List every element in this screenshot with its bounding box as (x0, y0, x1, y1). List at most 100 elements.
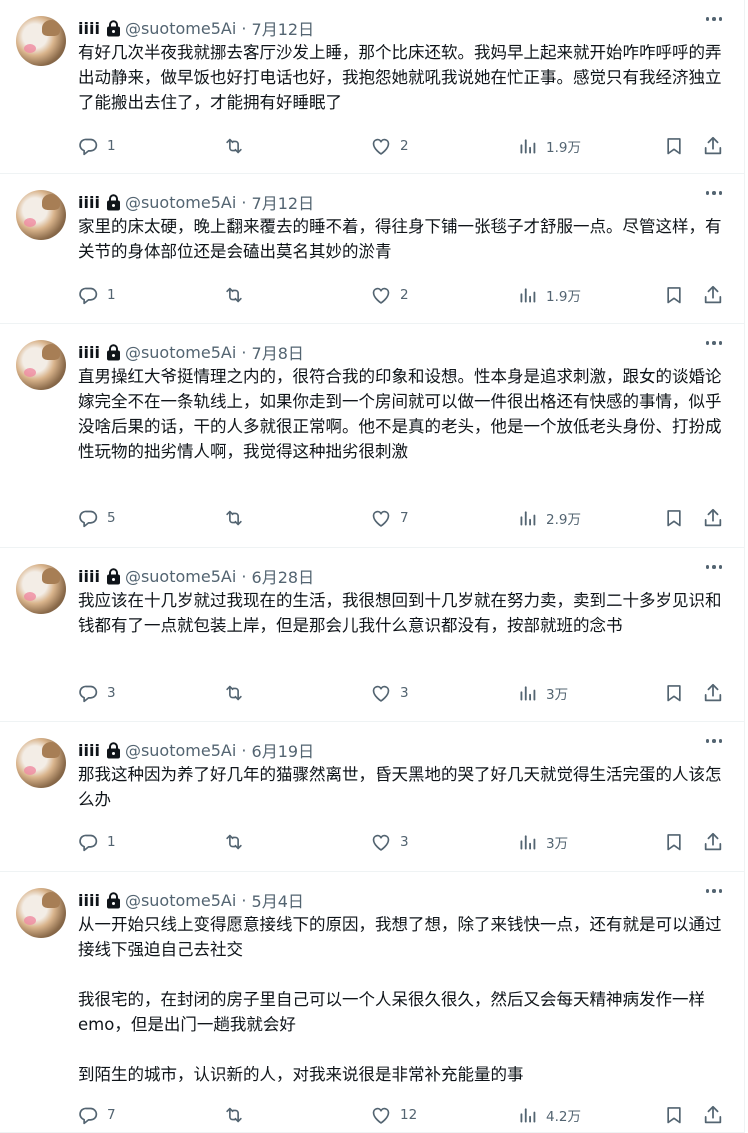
display-name[interactable]: iiii (78, 19, 100, 38)
more-options-icon[interactable] (705, 341, 722, 345)
tweet-actions: 1 3 3万 (78, 830, 728, 854)
share-icon (702, 135, 724, 157)
views-button[interactable]: 2.9万 (518, 506, 581, 530)
bookmark-button[interactable] (664, 283, 684, 307)
handle[interactable]: @suotome5Ai (125, 741, 236, 760)
tweet[interactable]: iiii @suotome5Ai · 7月12日 有好几次半夜我就挪去客厅沙发上… (0, 0, 744, 174)
like-button[interactable]: 12 (370, 1103, 417, 1127)
retweet-button[interactable] (222, 506, 254, 530)
bookmark-button[interactable] (664, 830, 684, 854)
avatar[interactable] (16, 190, 66, 240)
display-name[interactable]: iiii (78, 741, 100, 760)
view-count: 4.2万 (546, 1109, 581, 1125)
views-button[interactable]: 4.2万 (518, 1103, 581, 1127)
tweet-header: iiii @suotome5Ai · 7月12日 (78, 16, 314, 40)
reply-button[interactable]: 1 (78, 134, 116, 158)
reply-button[interactable]: 3 (78, 681, 116, 705)
share-button[interactable] (702, 283, 724, 307)
share-button[interactable] (702, 506, 724, 530)
share-button[interactable] (702, 830, 724, 854)
more-options-icon[interactable] (705, 565, 722, 569)
handle[interactable]: @suotome5Ai (125, 567, 236, 586)
avatar[interactable] (16, 738, 66, 788)
retweet-button[interactable] (222, 134, 254, 158)
more-options-icon[interactable] (705, 739, 722, 743)
handle[interactable]: @suotome5Ai (125, 19, 236, 38)
views-button[interactable]: 1.9万 (518, 134, 581, 158)
reply-button[interactable]: 1 (78, 283, 116, 307)
views-button[interactable]: 3万 (518, 681, 568, 705)
tweet-actions: 1 2 1.9万 (78, 283, 728, 307)
like-count: 7 (400, 510, 409, 526)
share-button[interactable] (702, 681, 724, 705)
heart-icon (370, 683, 392, 704)
tweet-date[interactable]: 7月8日 (252, 340, 304, 364)
more-options-icon[interactable] (705, 889, 722, 893)
views-icon (518, 136, 538, 156)
like-count: 2 (400, 138, 409, 154)
heart-icon (370, 508, 392, 529)
avatar[interactable] (16, 16, 66, 66)
reply-icon (78, 1105, 99, 1126)
retweet-button[interactable] (222, 681, 254, 705)
like-button[interactable]: 7 (370, 506, 409, 530)
display-name[interactable]: iiii (78, 343, 100, 362)
tweet[interactable]: iiii @suotome5Ai · 7月8日 直男操红大爷挺情理之内的，很符合… (0, 324, 744, 548)
bookmark-icon (664, 135, 684, 157)
handle[interactable]: @suotome5Ai (125, 193, 236, 212)
tweet-text: 我很宅的，在封闭的房子里自己可以一个人呆很久很久，然后又会每天精神病发作一样em… (78, 990, 705, 1034)
reply-icon (78, 508, 99, 529)
reply-button[interactable]: 5 (78, 506, 116, 530)
handle[interactable]: @suotome5Ai (125, 343, 236, 362)
tweet-date[interactable]: 6月28日 (252, 564, 315, 588)
bookmark-button[interactable] (664, 1103, 684, 1127)
retweet-icon (222, 1104, 246, 1126)
reply-button[interactable]: 1 (78, 830, 116, 854)
avatar[interactable] (16, 340, 66, 390)
reply-button[interactable]: 7 (78, 1103, 116, 1127)
display-name[interactable]: iiii (78, 193, 100, 212)
more-options-icon[interactable] (705, 17, 722, 21)
avatar[interactable] (16, 564, 66, 614)
tweet-body: 直男操红大爷挺情理之内的，很符合我的印象和设想。性本身是追求刺激，跟女的谈婚论嫁… (78, 364, 723, 464)
timeline: iiii @suotome5Ai · 7月12日 有好几次半夜我就挪去客厅沙发上… (0, 0, 745, 1133)
bookmark-button[interactable] (664, 681, 684, 705)
more-options-icon[interactable] (705, 191, 722, 195)
like-count: 2 (400, 287, 409, 303)
tweet-text: 家里的床太硬，晚上翻来覆去的睡不着，得往身下铺一张毯子才舒服一点。尽管这样，有关… (78, 217, 722, 261)
like-count: 3 (400, 834, 409, 850)
tweet[interactable]: iiii @suotome5Ai · 6月28日 我应该在十几岁就过我现在的生活… (0, 548, 744, 722)
tweet-date[interactable]: 5月4日 (252, 888, 304, 912)
tweet[interactable]: iiii @suotome5Ai · 6月19日 那我这种因为养了好几年的猫骤然… (0, 722, 744, 872)
retweet-button[interactable] (222, 830, 254, 854)
views-button[interactable]: 3万 (518, 830, 568, 854)
bookmark-button[interactable] (664, 506, 684, 530)
separator-dot: · (236, 342, 252, 362)
views-button[interactable]: 1.9万 (518, 283, 581, 307)
retweet-button[interactable] (222, 283, 254, 307)
share-button[interactable] (702, 134, 724, 158)
bookmark-button[interactable] (664, 134, 684, 158)
view-count: 3万 (546, 836, 569, 852)
tweet-header: iiii @suotome5Ai · 7月8日 (78, 340, 304, 364)
like-button[interactable]: 2 (370, 283, 409, 307)
handle[interactable]: @suotome5Ai (125, 891, 236, 910)
like-button[interactable]: 3 (370, 681, 409, 705)
avatar[interactable] (16, 888, 66, 938)
tweet-date[interactable]: 7月12日 (252, 16, 315, 40)
like-button[interactable]: 2 (370, 134, 409, 158)
like-button[interactable]: 3 (370, 830, 409, 854)
display-name[interactable]: iiii (78, 567, 100, 586)
tweet[interactable]: iiii @suotome5Ai · 7月12日 家里的床太硬，晚上翻来覆去的睡… (0, 174, 744, 324)
tweet-body: 有好几次半夜我就挪去客厅沙发上睡，那个比床还软。我妈早上起来就开始咋咋呼呼的弄出… (78, 40, 723, 115)
tweet-actions: 5 7 2.9万 (78, 506, 728, 530)
tweet-date[interactable]: 6月19日 (252, 738, 315, 762)
separator-dot: · (236, 18, 252, 38)
separator-dot: · (236, 566, 252, 586)
tweet[interactable]: iiii @suotome5Ai · 5月4日 从一开始只线上变得愿意接线下的原… (0, 872, 744, 1133)
display-name[interactable]: iiii (78, 891, 100, 910)
retweet-button[interactable] (222, 1103, 254, 1127)
tweet-date[interactable]: 7月12日 (252, 190, 315, 214)
bookmark-icon (664, 831, 684, 853)
share-button[interactable] (702, 1103, 724, 1127)
